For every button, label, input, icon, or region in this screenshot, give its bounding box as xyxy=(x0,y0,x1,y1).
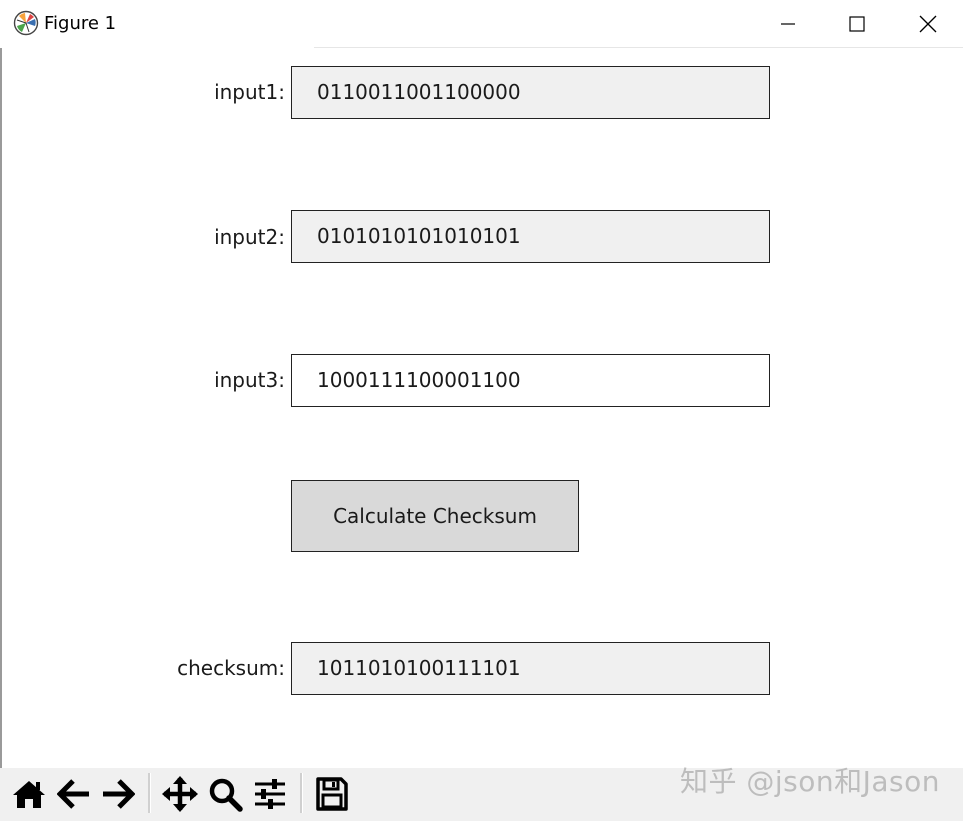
input1-label: input1: xyxy=(214,80,285,104)
checksum-field[interactable]: 1011010100111101 xyxy=(291,642,770,695)
save-button[interactable] xyxy=(310,772,354,816)
zoom-icon xyxy=(209,778,243,812)
configure-subplots-icon xyxy=(255,779,285,809)
watermark-text: 知乎 @json和Jason xyxy=(680,765,941,798)
configure-subplots-button[interactable] xyxy=(248,772,292,816)
input3-field[interactable]: 1000111100001100 xyxy=(291,354,770,407)
minimize-button[interactable] xyxy=(753,0,823,48)
pan-button[interactable] xyxy=(158,772,202,816)
home-button[interactable] xyxy=(8,772,50,816)
window-border xyxy=(0,48,2,821)
close-icon xyxy=(919,15,937,33)
save-icon xyxy=(316,777,348,811)
checksum-label: checksum: xyxy=(177,656,285,680)
maximize-icon xyxy=(849,16,865,32)
input2-field[interactable]: 0101010101010101 xyxy=(291,210,770,263)
title-bar: Figure 1 xyxy=(0,0,963,48)
input3-label: input3: xyxy=(214,368,285,392)
back-arrow-icon xyxy=(57,779,89,809)
input2-label: input2: xyxy=(214,225,285,249)
forward-arrow-icon xyxy=(103,779,135,809)
toolbar-separator xyxy=(148,773,151,813)
figure-window: Figure 1 input1: 0110011001100000 input2… xyxy=(0,0,963,821)
calculate-checksum-button[interactable]: Calculate Checksum xyxy=(291,480,579,552)
maximize-button[interactable] xyxy=(822,0,892,48)
matplotlib-logo-icon xyxy=(13,10,39,36)
minimize-icon xyxy=(781,23,795,25)
zoom-button[interactable] xyxy=(204,772,246,816)
toolbar-separator xyxy=(300,773,303,813)
pan-icon xyxy=(162,776,198,812)
home-icon xyxy=(13,781,45,808)
close-button[interactable] xyxy=(893,0,963,48)
input1-field[interactable]: 0110011001100000 xyxy=(291,66,770,119)
back-button[interactable] xyxy=(52,772,96,816)
window-title: Figure 1 xyxy=(44,13,117,34)
forward-button[interactable] xyxy=(96,772,140,816)
title-divider xyxy=(314,47,963,48)
